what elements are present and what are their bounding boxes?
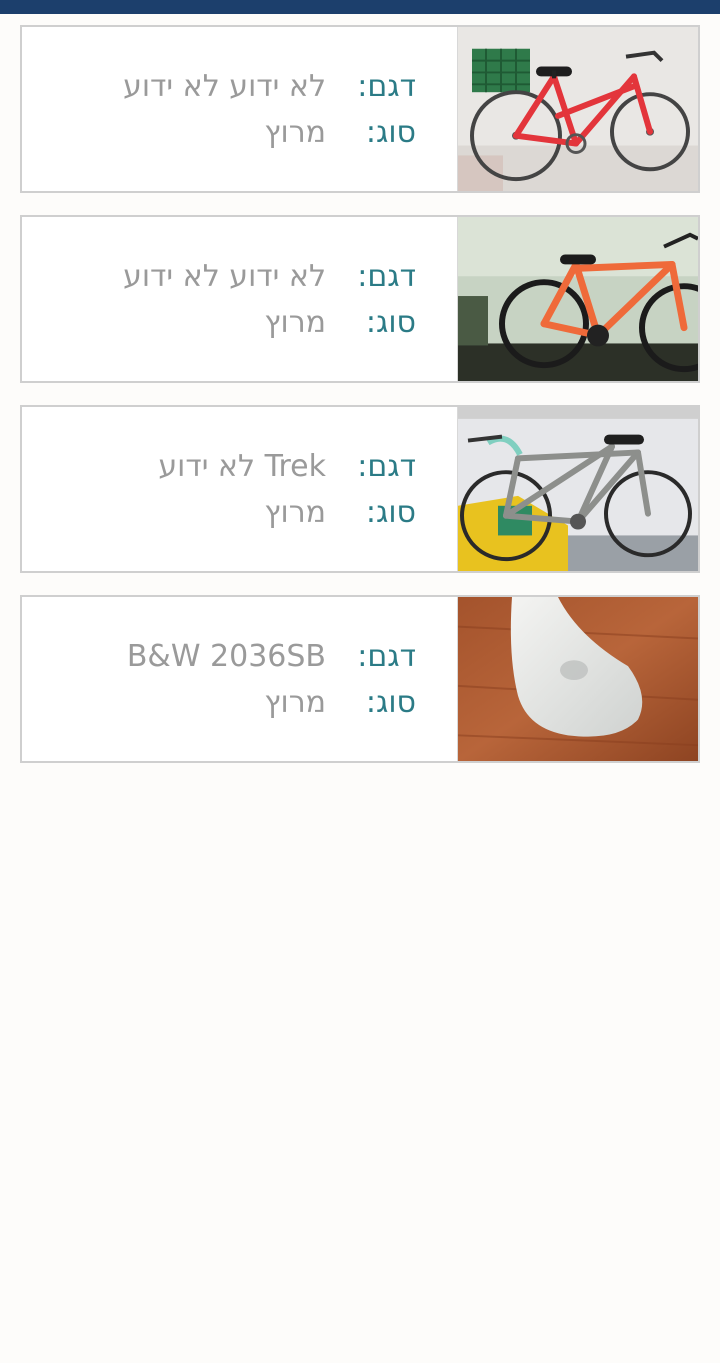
type-label: סוג: bbox=[365, 685, 416, 720]
type-row: סוג: מרוץ bbox=[38, 683, 416, 723]
model-label: דגם: bbox=[357, 449, 416, 484]
model-value: B&W 2036SB bbox=[126, 639, 326, 674]
model-label: דגם: bbox=[357, 259, 416, 294]
model-label: דגם: bbox=[357, 69, 416, 104]
type-row: סוג: מרוץ bbox=[38, 113, 416, 153]
bicycle-photo bbox=[457, 407, 698, 571]
model-value: לא ידוע לא ידוע bbox=[123, 259, 326, 294]
item-photo bbox=[457, 597, 698, 761]
model-row: דגם: לא ידוע לא ידוע bbox=[38, 257, 416, 297]
bicycle-card[interactable]: דגם: Trek לא ידוע סוג: מרוץ bbox=[20, 405, 700, 573]
model-row: דגם: Trek לא ידוע bbox=[38, 447, 416, 487]
bicycle-card[interactable]: דגם: B&W 2036SB סוג: מרוץ bbox=[20, 595, 700, 763]
type-value: מרוץ bbox=[264, 305, 326, 340]
top-app-bar bbox=[0, 0, 720, 14]
type-row: סוג: מרוץ bbox=[38, 303, 416, 343]
type-value: מרוץ bbox=[264, 115, 326, 150]
model-label: דגם: bbox=[357, 639, 416, 674]
bicycle-list: דגם: לא ידוע לא ידוע סוג: מרוץ דגם:לא ידוע… bbox=[20, 25, 700, 785]
type-value: מרוץ bbox=[264, 685, 326, 720]
model-row: דגם: לא ידוע לא ידוע bbox=[38, 67, 416, 107]
model-value: לא ידוע לא ידוע bbox=[123, 69, 326, 104]
bicycle-card[interactable]: דגם: לא ידוע לא ידוע סוג: מרוץ bbox=[20, 215, 700, 383]
bicycle-card[interactable]: דגם: לא ידוע לא ידוע סוג: מרוץ bbox=[20, 25, 700, 193]
type-value: מרוץ bbox=[264, 495, 326, 530]
bicycle-photo bbox=[457, 217, 698, 381]
type-label: סוג: bbox=[365, 495, 416, 530]
model-value: Trek לא ידוע bbox=[158, 449, 326, 484]
type-label: סוג: bbox=[365, 305, 416, 340]
model-row: דגם: B&W 2036SB bbox=[38, 637, 416, 677]
bicycle-photo bbox=[457, 27, 698, 191]
type-row: סוג: מרוץ bbox=[38, 493, 416, 533]
type-label: סוג: bbox=[365, 115, 416, 150]
